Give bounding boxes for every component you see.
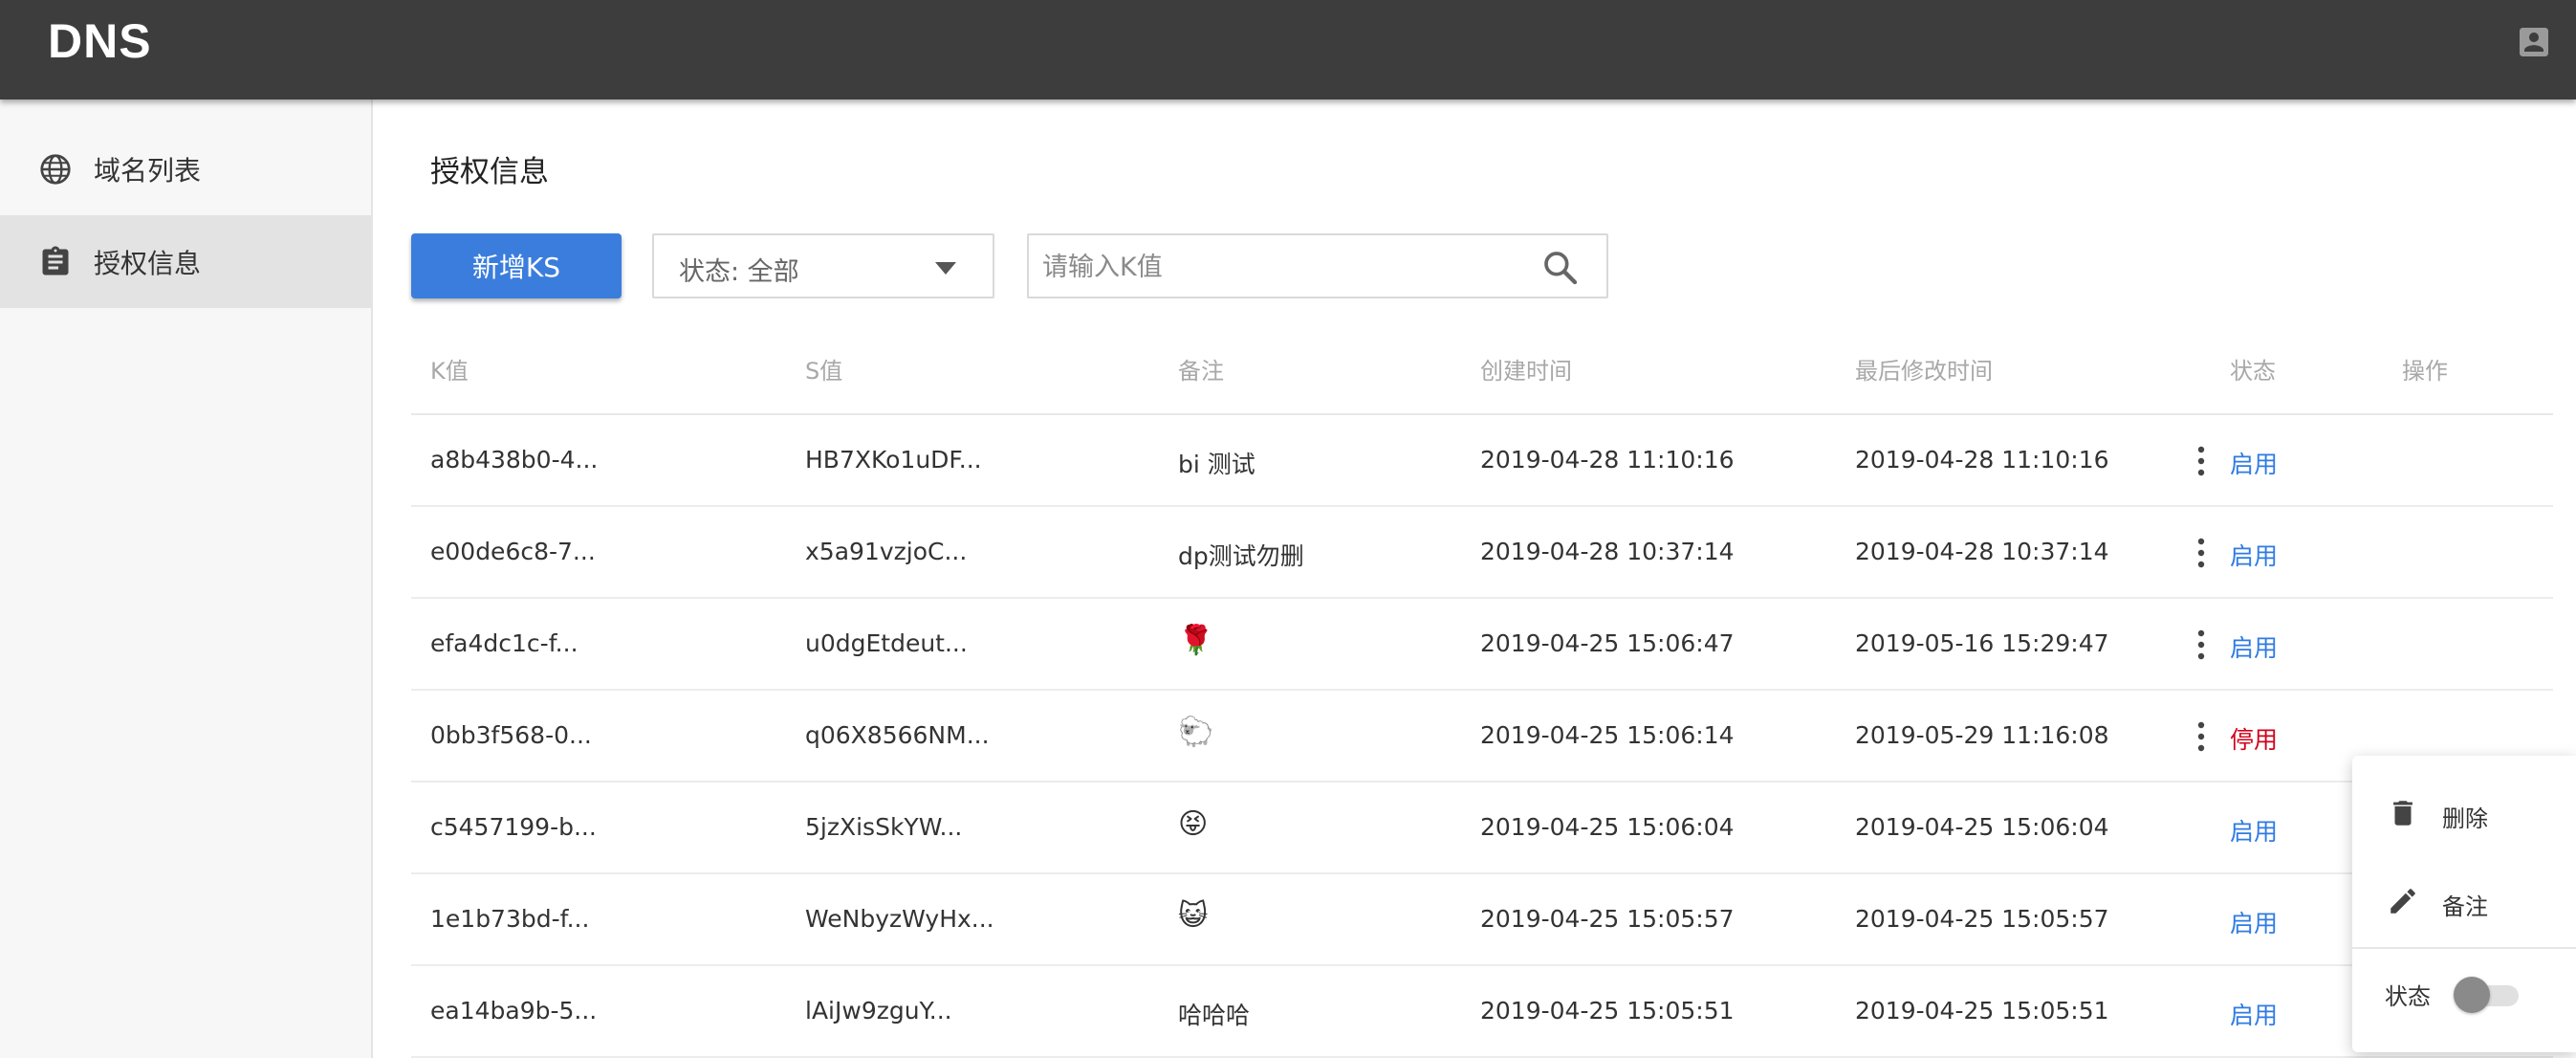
more-vert-icon[interactable] <box>2192 628 2211 662</box>
app-title: DNS <box>48 14 152 68</box>
modified-time-cell: 2019-04-25 15:06:04 <box>1855 813 2109 841</box>
add-ks-button[interactable]: 新增KS <box>411 233 622 298</box>
status-cell[interactable]: 启用 <box>2230 905 2278 939</box>
menu-divider <box>2352 947 2576 949</box>
created-time-cell: 2019-04-25 15:05:57 <box>1480 905 1735 933</box>
created-time-cell: 2019-04-28 11:10:16 <box>1480 446 1735 474</box>
sidebar-item-label: 域名列表 <box>94 154 202 187</box>
page-title: 授权信息 <box>430 155 549 189</box>
note-cell: dp测试勿删 <box>1178 542 1304 570</box>
status-filter-select[interactable]: 状态: 全部 <box>652 233 994 298</box>
more-vert-icon[interactable] <box>2192 719 2211 754</box>
status-filter-value: 状态: 全部 <box>679 257 799 287</box>
table-row: a8b438b0-4... HB7XKo1uDF... bi 测试 2019-0… <box>411 415 2553 507</box>
main-content: 授权信息 新增KS 状态: 全部 K值 S值 备注 创建时间 最后修改时间 状态… <box>375 99 2576 1058</box>
created-time-cell: 2019-04-28 10:37:14 <box>1480 538 1735 565</box>
toggle-knob <box>2454 977 2490 1013</box>
table-row: 1e1b73bd-f... WeNbyzWyHx... 😺 2019-04-25… <box>411 874 2553 966</box>
k-value-search <box>1027 233 1608 298</box>
s-value-cell: 5jzXisSkYW... <box>805 813 963 841</box>
column-header: 操作 <box>2402 358 2448 385</box>
trash-icon <box>2393 801 2412 826</box>
note-cell: 🐑 <box>1178 716 1214 749</box>
created-time-cell: 2019-04-25 15:05:51 <box>1480 997 1735 1025</box>
account-box-icon[interactable] <box>2515 23 2553 61</box>
caret-down-icon <box>935 262 956 275</box>
sidebar-item-domain-list[interactable]: 域名列表 <box>0 122 371 215</box>
status-cell[interactable]: 启用 <box>2230 813 2278 848</box>
status-cell[interactable]: 启用 <box>2230 997 2278 1031</box>
modified-time-cell: 2019-05-29 11:16:08 <box>1855 721 2109 749</box>
k-value-cell: a8b438b0-4... <box>430 446 599 474</box>
table-row: c5457199-b... 5jzXisSkYW... 😝 2019-04-25… <box>411 782 2553 874</box>
s-value-cell: q06X8566NM... <box>805 721 990 749</box>
column-header: 创建时间 <box>1480 358 1572 385</box>
more-vert-icon[interactable] <box>2192 536 2211 570</box>
ks-table: K值 S值 备注 创建时间 最后修改时间 状态 操作 a8b438b0-4...… <box>411 323 2553 1058</box>
k-value-cell: 0bb3f568-0... <box>430 721 592 749</box>
globe-icon <box>40 153 71 185</box>
s-value-cell: x5a91vzjoC... <box>805 538 968 565</box>
status-toggle[interactable] <box>2454 976 2522 1014</box>
s-value-cell: HB7XKo1uDF... <box>805 446 982 474</box>
modified-time-cell: 2019-04-28 10:37:14 <box>1855 538 2109 565</box>
table-row: 0bb3f568-0... q06X8566NM... 🐑 2019-04-25… <box>411 691 2553 782</box>
status-cell[interactable]: 启用 <box>2230 538 2278 572</box>
search-input[interactable] <box>1042 245 1520 289</box>
modified-time-cell: 2019-04-28 11:10:16 <box>1855 446 2109 474</box>
column-header: 状态 <box>2230 358 2276 385</box>
pencil-icon <box>2390 889 2415 914</box>
s-value-cell: u0dgEtdeut... <box>805 629 968 657</box>
modified-time-cell: 2019-05-16 15:29:47 <box>1855 629 2109 657</box>
note-cell: 😺 <box>1178 899 1209 933</box>
status-cell[interactable]: 启用 <box>2230 446 2278 480</box>
delete-menu-label: 删除 <box>2442 805 2488 832</box>
sidebar-item-label: 授权信息 <box>94 247 202 279</box>
modified-time-cell: 2019-04-25 15:05:51 <box>1855 997 2109 1025</box>
table-row: e00de6c8-7... x5a91vzjoC... dp测试勿删 2019-… <box>411 507 2553 599</box>
k-value-cell: c5457199-b... <box>430 813 597 841</box>
note-menu-label: 备注 <box>2442 893 2488 920</box>
table-row: ea14ba9b-5... lAiJw9zguY... 哈哈哈 2019-04-… <box>411 966 2553 1058</box>
created-time-cell: 2019-04-25 15:06:04 <box>1480 813 1735 841</box>
status-toggle-label: 状态 <box>2385 983 2431 1010</box>
note-cell: 😝 <box>1178 807 1209 841</box>
k-value-cell: ea14ba9b-5... <box>430 997 598 1025</box>
sidebar-item-auth-info[interactable]: 授权信息 <box>0 215 371 308</box>
table-row: efa4dc1c-f... u0dgEtdeut... 🌹 2019-04-25… <box>411 599 2553 691</box>
sidebar: 域名列表 授权信息 <box>0 99 373 1058</box>
search-icon[interactable] <box>1541 249 1580 287</box>
top-app-bar: DNS <box>0 0 2576 99</box>
s-value-cell: WeNbyzWyHx... <box>805 905 994 933</box>
note-cell: 哈哈哈 <box>1178 1002 1251 1029</box>
created-time-cell: 2019-04-25 15:06:14 <box>1480 721 1735 749</box>
created-time-cell: 2019-04-25 15:06:47 <box>1480 629 1735 657</box>
column-header: 备注 <box>1178 358 1224 385</box>
note-cell: 🌹 <box>1178 624 1214 657</box>
table-header: K值 S值 备注 创建时间 最后修改时间 状态 操作 <box>411 323 2553 415</box>
column-header: K值 <box>430 358 469 385</box>
delete-menu-item[interactable]: 删除 <box>2352 771 2576 857</box>
status-cell[interactable]: 停用 <box>2230 721 2278 756</box>
s-value-cell: lAiJw9zguY... <box>805 997 952 1025</box>
column-header: S值 <box>805 358 843 385</box>
row-action-menu: 删除 备注 状态 <box>2352 756 2576 1052</box>
k-value-cell: e00de6c8-7... <box>430 538 596 565</box>
clipboard-icon <box>42 246 69 275</box>
modified-time-cell: 2019-04-25 15:05:57 <box>1855 905 2109 933</box>
status-cell[interactable]: 启用 <box>2230 629 2278 664</box>
note-cell: bi 测试 <box>1178 451 1255 478</box>
more-vert-icon[interactable] <box>2192 444 2211 478</box>
note-menu-item[interactable]: 备注 <box>2352 859 2576 945</box>
k-value-cell: 1e1b73bd-f... <box>430 905 590 933</box>
k-value-cell: efa4dc1c-f... <box>430 629 579 657</box>
column-header: 最后修改时间 <box>1855 358 1993 385</box>
